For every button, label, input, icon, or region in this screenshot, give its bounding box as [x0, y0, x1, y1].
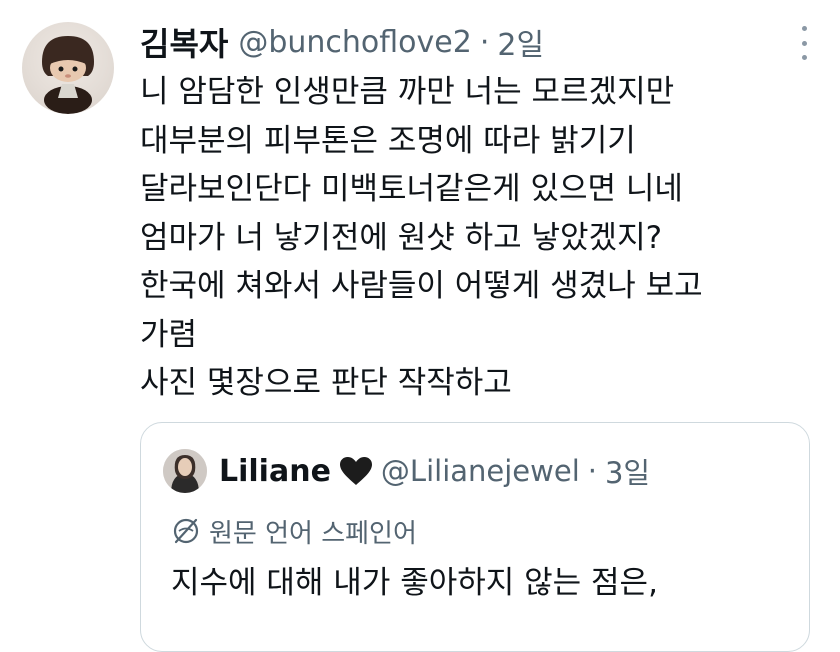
tweet-text-line: 니 암담한 인생만큼 까만 너는 모르겠지만	[140, 74, 675, 110]
translate-globe-icon	[173, 518, 199, 544]
more-options-dot	[801, 40, 807, 46]
user-avatar[interactable]	[22, 22, 114, 114]
black-heart-icon	[339, 457, 372, 485]
tweet-timestamp[interactable]: 2일	[497, 20, 544, 64]
tweet-text-line: 한국에 쳐와서 사람들이 어떻게 생겼나 보고	[140, 268, 703, 304]
tweet-text-line: 가렴	[140, 316, 198, 353]
quoted-tweet-card[interactable]: Liliane @Lilianejewel · 3일 원문 언어 스페인어 지수…	[140, 422, 810, 652]
separator-dot: ·	[587, 454, 597, 488]
quoted-tweet-timestamp[interactable]: 3일	[605, 450, 650, 492]
tweet-text-line: 달라보인단다 미백토너같은게 있으면 니네	[140, 171, 683, 207]
quoted-author-display-name[interactable]: Liliane	[219, 454, 331, 489]
quoted-tweet-text: 지수에 대해 내가 좋아하지 않는 점은,	[171, 565, 658, 601]
quoted-avatar-icon	[163, 449, 207, 493]
quoted-author-handle[interactable]: @Lilianejewel	[381, 454, 580, 488]
tweet-text-line: 대부분의 피부톤은 조명에 따라 밝기기	[140, 122, 636, 159]
tweet-header: 김복자 @bunchoflove2 · 2일	[140, 20, 544, 64]
more-options-button[interactable]	[798, 26, 810, 60]
plush-doll-icon	[42, 36, 94, 114]
separator-dot: ·	[479, 24, 490, 60]
translation-notice[interactable]: 원문 언어 스페인어	[171, 513, 417, 549]
translation-label: 원문 언어 스페인어	[209, 518, 417, 549]
tweet-text-line: 사진 몇장으로 판단 작작하고	[140, 365, 512, 401]
tweet-text-line: 엄마가 너 낳기전에 원샷 하고 낳았겠지?	[140, 219, 663, 256]
author-display-name[interactable]: 김복자	[140, 19, 228, 65]
author-handle[interactable]: @bunchoflove2	[238, 25, 471, 60]
tweet-text: 니 암담한 인생만큼 까만 너는 모르겠지만 대부분의 피부톤은 조명에 따라 …	[140, 68, 830, 408]
quoted-tweet-header: Liliane @Lilianejewel · 3일	[219, 449, 650, 493]
more-options-icon	[801, 26, 807, 31]
more-options-dot	[801, 55, 807, 60]
quoted-user-avatar[interactable]	[163, 449, 207, 493]
